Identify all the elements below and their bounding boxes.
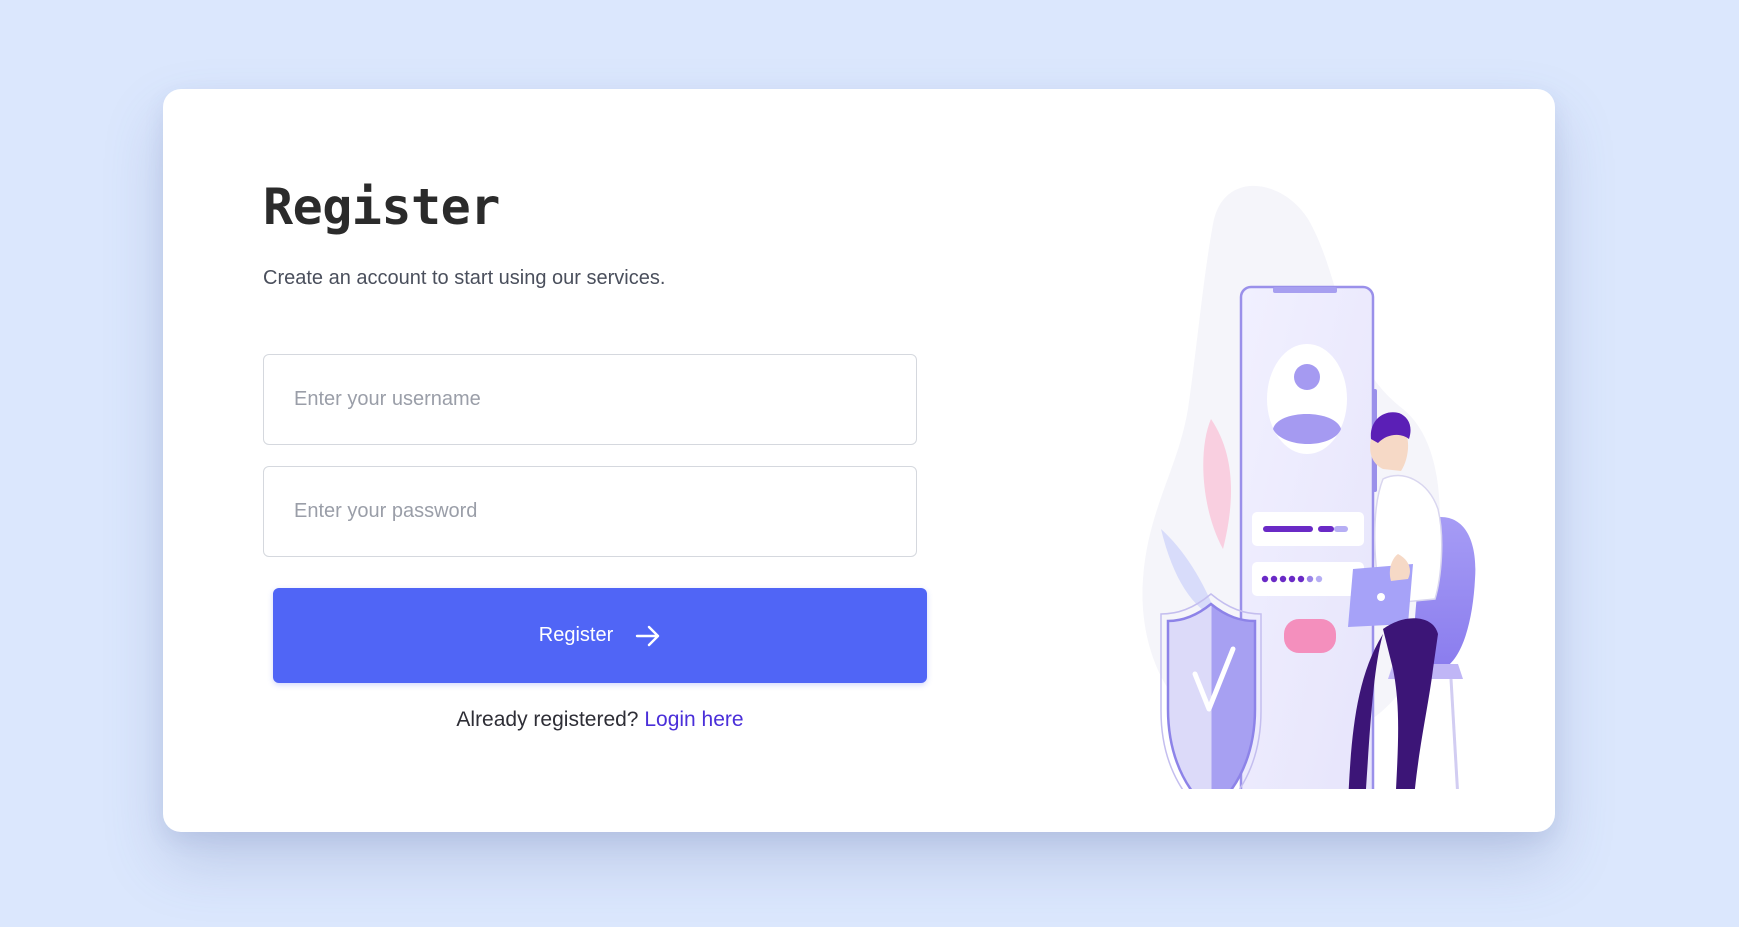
login-prompt-line: Already registered? Login here (273, 706, 927, 734)
page-title: Register (263, 178, 500, 236)
login-link[interactable]: Login here (644, 708, 743, 731)
shield-check-icon (1160, 593, 1262, 789)
register-button-label: Register (538, 624, 614, 646)
register-form: Register Create an account to start usin… (263, 89, 927, 832)
arrow-right-icon (635, 625, 661, 647)
register-button[interactable]: Register (273, 588, 927, 683)
register-card: Register Create an account to start usin… (163, 89, 1555, 832)
login-prompt-text: Already registered? (456, 708, 639, 731)
password-input[interactable] (263, 466, 917, 557)
page-subtitle: Create an account to start using our ser… (263, 267, 666, 289)
security-registration-illustration (1142, 185, 1476, 789)
username-input[interactable] (263, 354, 917, 445)
